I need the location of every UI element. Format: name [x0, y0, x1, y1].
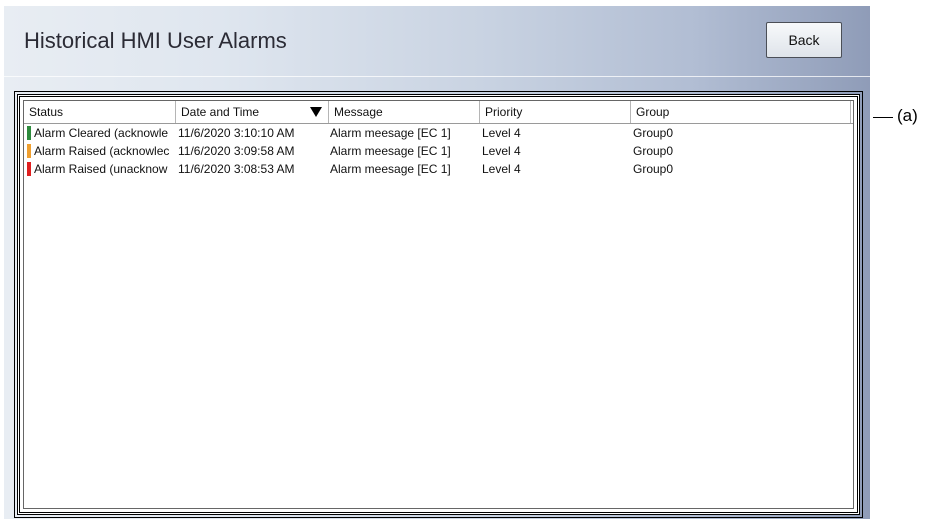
alarm-table-viewport[interactable]: Status Date and Time Message Priority Gr… — [23, 100, 854, 509]
status-color-indicator — [27, 126, 31, 140]
cell-priority: Level 4 — [482, 162, 521, 176]
cell-date-time: 11/6/2020 3:10:10 AM — [178, 126, 295, 140]
table-row[interactable]: Alarm Raised (acknowlec 11/6/2020 3:09:5… — [24, 142, 853, 160]
column-header-date-and-time[interactable]: Date and Time — [176, 101, 329, 123]
cell-message: Alarm meesage [EC 1] — [330, 144, 451, 158]
column-header-date-and-time-label: Date and Time — [181, 105, 260, 119]
column-header-message[interactable]: Message — [329, 101, 480, 123]
table-row[interactable]: Alarm Raised (unacknow 11/6/2020 3:08:53… — [24, 160, 853, 178]
cell-priority: Level 4 — [482, 144, 521, 158]
table-header: Status Date and Time Message Priority Gr… — [24, 101, 853, 124]
cell-group: Group0 — [633, 162, 674, 176]
back-button[interactable]: Back — [766, 22, 842, 58]
callout-label: (a) — [897, 106, 918, 125]
status-color-indicator — [27, 162, 31, 176]
column-header-status[interactable]: Status — [24, 101, 176, 123]
column-header-priority[interactable]: Priority — [480, 101, 631, 123]
cell-message: Alarm meesage [EC 1] — [330, 162, 451, 176]
column-header-group[interactable]: Group — [631, 101, 851, 123]
alarm-table: Status Date and Time Message Priority Gr… — [14, 91, 863, 518]
hmi-screen: Historical HMI User Alarms Back Status D… — [4, 6, 870, 519]
cell-date-time: 11/6/2020 3:08:53 AM — [178, 162, 295, 176]
cell-group: Group0 — [633, 144, 674, 158]
cell-status: Alarm Raised (unacknow — [34, 162, 168, 176]
sort-descending-icon — [310, 107, 322, 117]
cell-status: Alarm Cleared (acknowle — [34, 126, 169, 140]
callout-line — [873, 117, 893, 118]
cell-message: Alarm meesage [EC 1] — [330, 126, 451, 140]
table-row[interactable]: Alarm Cleared (acknowle 11/6/2020 3:10:1… — [24, 124, 853, 142]
cell-status: Alarm Raised (acknowlec — [34, 144, 170, 158]
page-title: Historical HMI User Alarms — [24, 28, 287, 53]
cell-group: Group0 — [633, 126, 674, 140]
cell-priority: Level 4 — [482, 126, 521, 140]
status-color-indicator — [27, 144, 31, 158]
title-divider — [4, 76, 870, 77]
cell-date-time: 11/6/2020 3:09:58 AM — [178, 144, 295, 158]
